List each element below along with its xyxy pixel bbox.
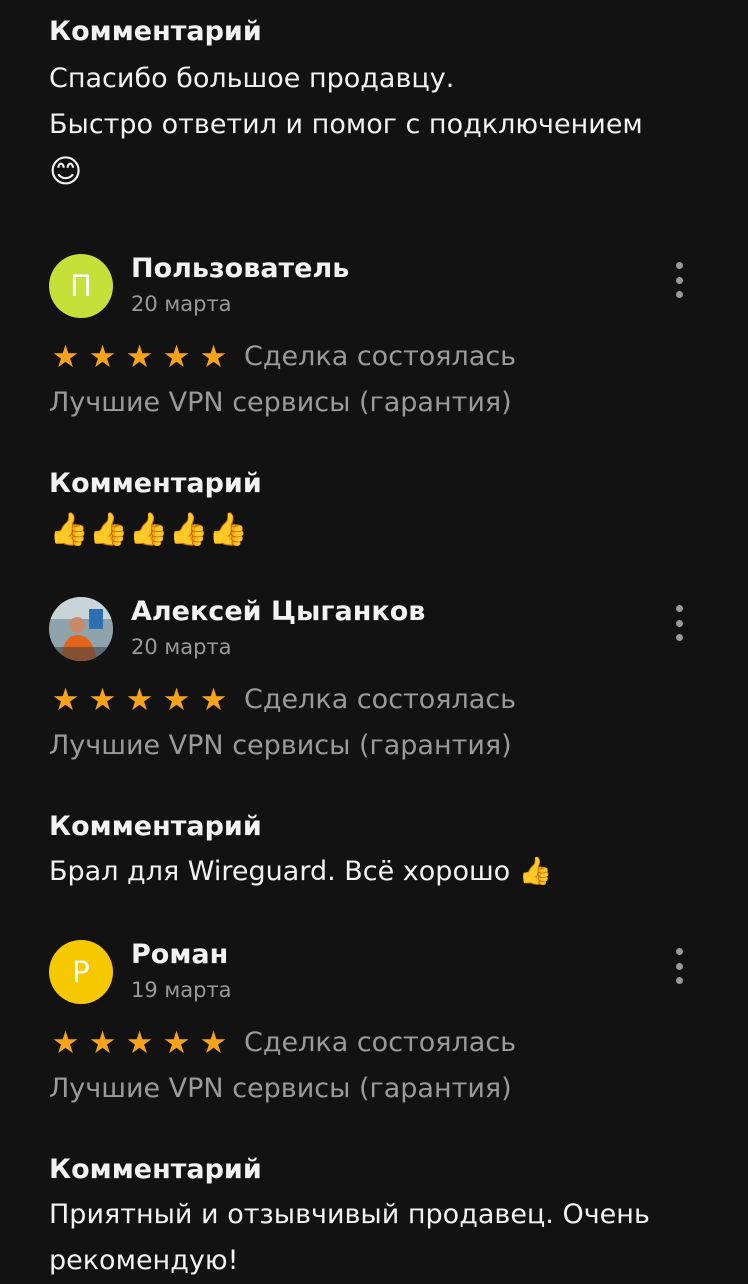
star-rating: ★ ★ ★ ★ ★ xyxy=(49,1026,230,1060)
comment-heading: Комментарий xyxy=(49,468,262,499)
rating-line: ★ ★ ★ ★ ★ Сделка состоялась xyxy=(49,677,709,723)
more-options-icon[interactable] xyxy=(669,605,689,641)
review-card: Алексей Цыганков 20 марта ★ ★ ★ ★ ★ Сдел… xyxy=(49,595,709,895)
star-icon: ★ xyxy=(162,682,191,718)
review-header: Р Роман 19 марта xyxy=(49,938,709,1020)
star-icon: ★ xyxy=(51,339,80,375)
comment-heading: Комментарий xyxy=(49,811,262,842)
reviewer-name[interactable]: Пользователь xyxy=(131,252,349,286)
comment-line: Спасибо большое продавцу. xyxy=(49,63,455,94)
star-rating: ★ ★ ★ ★ ★ xyxy=(49,683,230,717)
rating-line: ★ ★ ★ ★ ★ Сделка состоялась xyxy=(49,1020,709,1066)
star-icon: ★ xyxy=(88,1025,117,1061)
avatar[interactable]: Р xyxy=(49,940,113,1004)
star-icon: ★ xyxy=(199,682,228,718)
star-icon: ★ xyxy=(162,339,191,375)
comment-text: Брал для Wireguard. Всё хорошо 👍 xyxy=(49,856,553,887)
review-header: П Пользователь 20 марта xyxy=(49,252,709,334)
comment-text: Приятный и отзывчивый продавец. Очень ре… xyxy=(49,1199,650,1276)
product-name[interactable]: Лучшие VPN сервисы (гарантия) xyxy=(49,1066,709,1112)
star-icon: ★ xyxy=(199,1025,228,1061)
comment-heading: Комментарий xyxy=(49,1154,262,1185)
star-icon: ★ xyxy=(88,339,117,375)
comment-heading: Комментарий xyxy=(49,16,262,47)
top-comment: Комментарий Спасибо большое продавцу. Бы… xyxy=(49,14,708,194)
star-icon: ★ xyxy=(125,339,154,375)
product-name[interactable]: Лучшие VPN сервисы (гарантия) xyxy=(49,723,709,769)
star-rating: ★ ★ ★ ★ ★ xyxy=(49,340,230,374)
star-icon: ★ xyxy=(199,339,228,375)
review-date: 20 марта xyxy=(131,292,232,316)
avatar-initial: Р xyxy=(72,955,90,989)
smile-emoji: 😊 xyxy=(49,152,83,190)
reviewer-name[interactable]: Алексей Цыганков xyxy=(131,595,425,629)
review-card: Р Роман 19 марта ★ ★ ★ ★ ★ Сделка состоя… xyxy=(49,938,709,1284)
deal-status: Сделка состоялась xyxy=(244,684,517,715)
reviewer-name[interactable]: Роман xyxy=(131,938,228,972)
review-date: 20 марта xyxy=(131,635,232,659)
comment-line: Быстро ответил и помог с подключением xyxy=(49,109,643,140)
star-icon: ★ xyxy=(125,682,154,718)
comment-text: 👍👍👍👍👍 xyxy=(49,510,249,548)
deal-status: Сделка состоялась xyxy=(244,341,517,372)
rating-line: ★ ★ ★ ★ ★ Сделка состоялась xyxy=(49,334,709,380)
star-icon: ★ xyxy=(125,1025,154,1061)
more-options-icon[interactable] xyxy=(669,948,689,984)
review-header: Алексей Цыганков 20 марта xyxy=(49,595,709,677)
avatar[interactable]: П xyxy=(49,254,113,318)
star-icon: ★ xyxy=(51,1025,80,1061)
avatar[interactable] xyxy=(49,597,113,661)
star-icon: ★ xyxy=(51,682,80,718)
review-card: П Пользователь 20 марта ★ ★ ★ ★ ★ Сделка… xyxy=(49,252,709,552)
avatar-initial: П xyxy=(70,269,92,303)
product-name[interactable]: Лучшие VPN сервисы (гарантия) xyxy=(49,380,709,426)
deal-status: Сделка состоялась xyxy=(244,1027,517,1058)
star-icon: ★ xyxy=(162,1025,191,1061)
avatar-photo xyxy=(49,597,113,661)
review-date: 19 марта xyxy=(131,978,232,1002)
star-icon: ★ xyxy=(88,682,117,718)
more-options-icon[interactable] xyxy=(669,262,689,298)
